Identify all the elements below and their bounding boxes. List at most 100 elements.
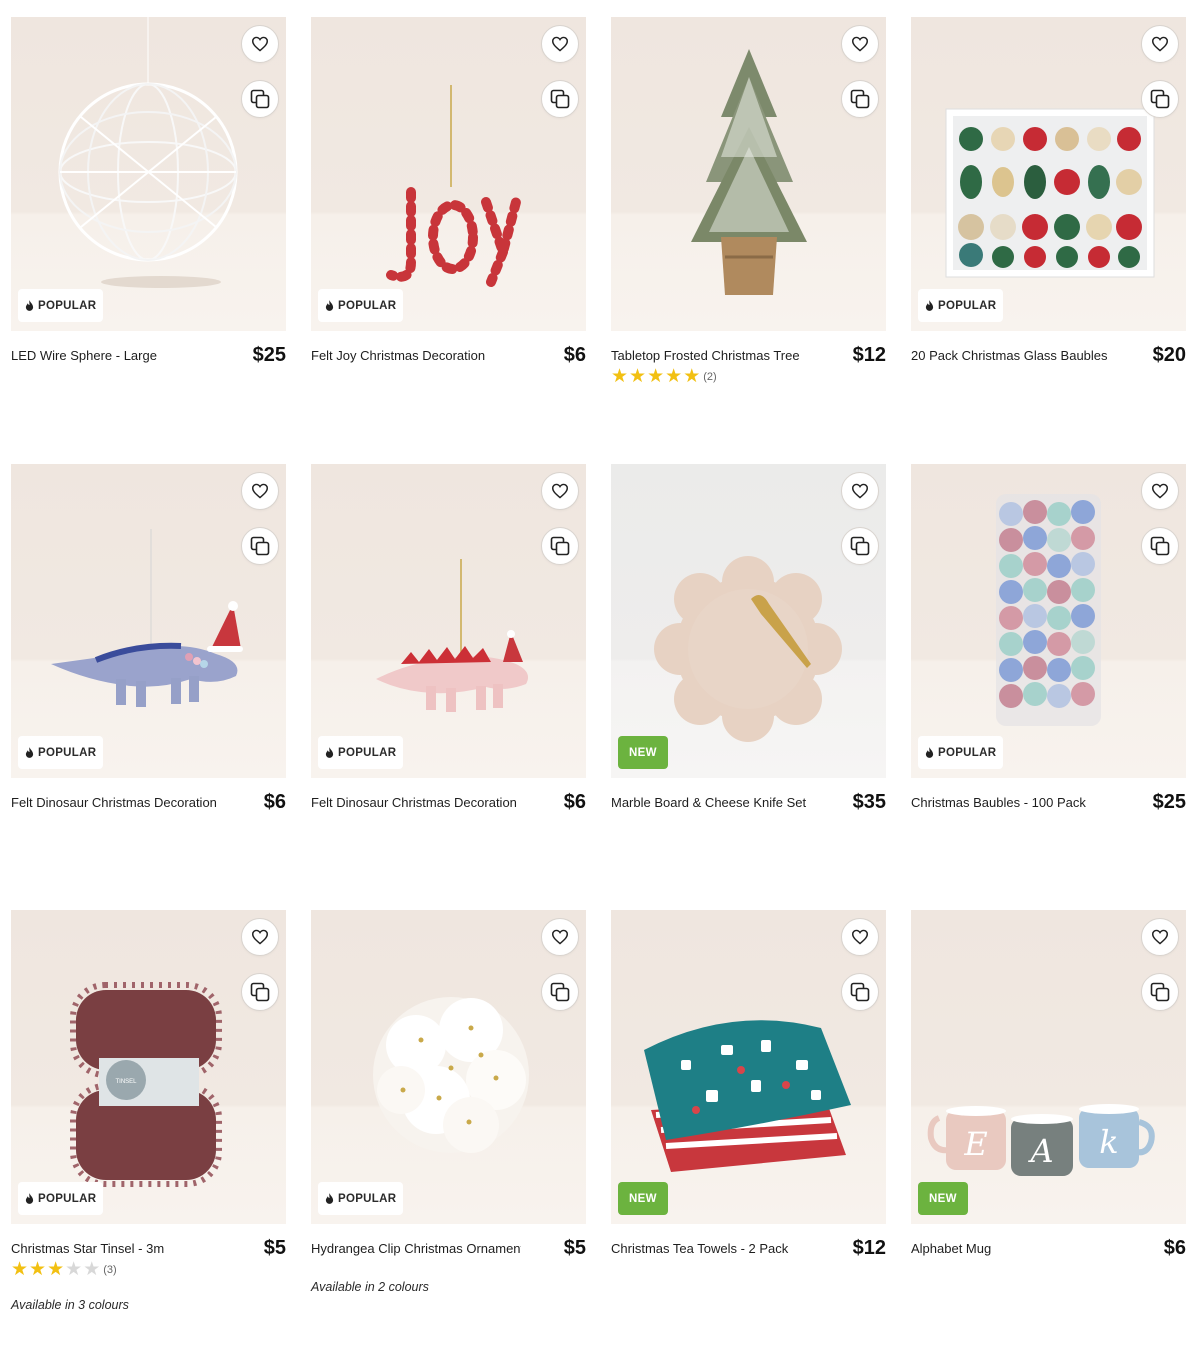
favourite-button[interactable] <box>541 25 579 63</box>
popular-badge: POPULAR <box>18 289 104 322</box>
product-card[interactable]: NEW Marble Board & Cheese Knife Set $35 <box>611 464 886 838</box>
product-card[interactable]: POPULAR Felt Dinosaur Christmas Decorati… <box>311 464 586 838</box>
product-title[interactable]: Felt Dinosaur Christmas Decoration <box>311 795 521 810</box>
product-title[interactable]: Alphabet Mug <box>911 1241 1121 1256</box>
product-card[interactable]: TINSEL POPULAR Christmas Star Tinsel - 3… <box>11 910 286 1314</box>
product-image[interactable]: NEW <box>611 910 886 1224</box>
badge-label: NEW <box>629 746 657 759</box>
compare-button[interactable] <box>1141 80 1179 118</box>
frosted-tree-image <box>691 49 807 295</box>
review-count: (2) <box>703 370 717 383</box>
product-card[interactable]: POPULAR Felt Dinosaur Christmas Decorati… <box>11 464 286 838</box>
heart-icon <box>551 929 569 945</box>
product-image[interactable]: POPULAR <box>11 17 286 331</box>
product-image[interactable]: POPULAR <box>911 17 1186 331</box>
heart-icon <box>851 929 869 945</box>
heart-icon <box>551 36 569 52</box>
compare-button[interactable] <box>541 527 579 565</box>
popular-badge: POPULAR <box>318 736 404 769</box>
badge-label: POPULAR <box>38 746 97 759</box>
product-title[interactable]: Christmas Star Tinsel - 3m <box>11 1241 221 1256</box>
product-title[interactable]: Christmas Tea Towels - 2 Pack <box>611 1241 821 1256</box>
compare-button[interactable] <box>241 973 279 1011</box>
heart-icon <box>251 483 269 499</box>
popular-badge: POPULAR <box>918 289 1004 322</box>
badge-label: POPULAR <box>938 746 997 759</box>
product-title[interactable]: Marble Board & Cheese Knife Set <box>611 795 821 810</box>
compare-icon <box>1150 89 1170 109</box>
product-card[interactable]: POPULAR LED Wire Sphere - Large $25 <box>11 17 286 391</box>
product-title[interactable]: Hydrangea Clip Christmas Ornament <box>311 1241 521 1256</box>
favourite-button[interactable] <box>241 918 279 956</box>
product-title[interactable]: 20 Pack Christmas Glass Baubles <box>911 348 1121 363</box>
product-image[interactable]: POPULAR <box>311 464 586 778</box>
product-card[interactable]: Tabletop Frosted Christmas Tree $12 ★ ★ … <box>611 17 886 391</box>
compare-button[interactable] <box>841 527 879 565</box>
star-icon: ★ <box>629 366 647 387</box>
product-title[interactable]: Christmas Baubles - 100 Pack <box>911 795 1121 810</box>
star-icon: ★ <box>29 1259 47 1280</box>
favourite-button[interactable] <box>1141 25 1179 63</box>
product-image[interactable]: E A k NEW <box>911 910 1186 1224</box>
compare-button[interactable] <box>241 527 279 565</box>
compare-button[interactable] <box>1141 973 1179 1011</box>
product-image[interactable]: NEW <box>611 464 886 778</box>
product-card[interactable]: NEW Christmas Tea Towels - 2 Pack $12 <box>611 910 886 1284</box>
product-image[interactable]: TINSEL POPULAR <box>11 910 286 1224</box>
compare-button[interactable] <box>1141 527 1179 565</box>
compare-icon <box>250 89 270 109</box>
favourite-button[interactable] <box>541 472 579 510</box>
flame-icon <box>325 300 334 311</box>
favourite-button[interactable] <box>241 25 279 63</box>
favourite-button[interactable] <box>1141 472 1179 510</box>
compare-button[interactable] <box>841 973 879 1011</box>
felt-joy-image <box>386 85 521 287</box>
favourite-button[interactable] <box>241 472 279 510</box>
product-title[interactable]: Felt Dinosaur Christmas Decoration <box>11 795 221 810</box>
favourite-button[interactable] <box>841 472 879 510</box>
badge-label: POPULAR <box>938 299 997 312</box>
product-price: $12 <box>852 344 886 366</box>
flame-icon <box>925 300 934 311</box>
compare-button[interactable] <box>541 80 579 118</box>
product-card[interactable]: POPULAR 20 Pack Christmas Glass Baubles … <box>911 17 1186 391</box>
alphabet-mug-image: E A k <box>927 1104 1155 1176</box>
product-price: $6 <box>563 344 586 366</box>
badge-label: NEW <box>629 1192 657 1205</box>
product-image[interactable]: POPULAR <box>11 464 286 778</box>
compare-icon <box>250 982 270 1002</box>
product-price: $6 <box>563 791 586 813</box>
star-rating[interactable]: ★ ★ ★ ★ ★ (3) <box>11 1260 117 1279</box>
product-image[interactable]: POPULAR <box>311 910 586 1224</box>
product-card[interactable]: E A k NEW Alphabet Mug $6 <box>911 910 1186 1284</box>
star-icon: ★ <box>647 366 665 387</box>
star-icon: ★ <box>47 1259 65 1280</box>
favourite-button[interactable] <box>841 25 879 63</box>
star-icon: ★ <box>665 366 683 387</box>
compare-button[interactable] <box>541 973 579 1011</box>
product-image[interactable]: POPULAR <box>311 17 586 331</box>
marble-board-image <box>654 556 842 742</box>
product-title[interactable]: Tabletop Frosted Christmas Tree <box>611 348 821 363</box>
product-card[interactable]: POPULAR Christmas Baubles - 100 Pack $25 <box>911 464 1186 838</box>
heart-icon <box>1151 483 1169 499</box>
compare-icon <box>1150 982 1170 1002</box>
favourite-button[interactable] <box>1141 918 1179 956</box>
badge-label: POPULAR <box>338 1192 397 1205</box>
product-image[interactable] <box>611 17 886 331</box>
star-rating[interactable]: ★ ★ ★ ★ ★ (2) <box>611 367 717 386</box>
product-title[interactable]: LED Wire Sphere - Large <box>11 348 221 363</box>
compare-button[interactable] <box>241 80 279 118</box>
product-price: $12 <box>852 1237 886 1259</box>
product-price: $25 <box>1152 791 1186 813</box>
favourite-button[interactable] <box>541 918 579 956</box>
favourite-button[interactable] <box>841 918 879 956</box>
product-title[interactable]: Felt Joy Christmas Decoration <box>311 348 521 363</box>
heart-icon <box>851 36 869 52</box>
product-card[interactable]: POPULAR Felt Joy Christmas Decoration $6 <box>311 17 586 391</box>
star-icon: ★ <box>11 1259 29 1280</box>
product-card[interactable]: POPULAR Hydrangea Clip Christmas Ornamen… <box>311 910 586 1304</box>
heart-icon <box>251 36 269 52</box>
compare-button[interactable] <box>841 80 879 118</box>
product-image[interactable]: POPULAR <box>911 464 1186 778</box>
